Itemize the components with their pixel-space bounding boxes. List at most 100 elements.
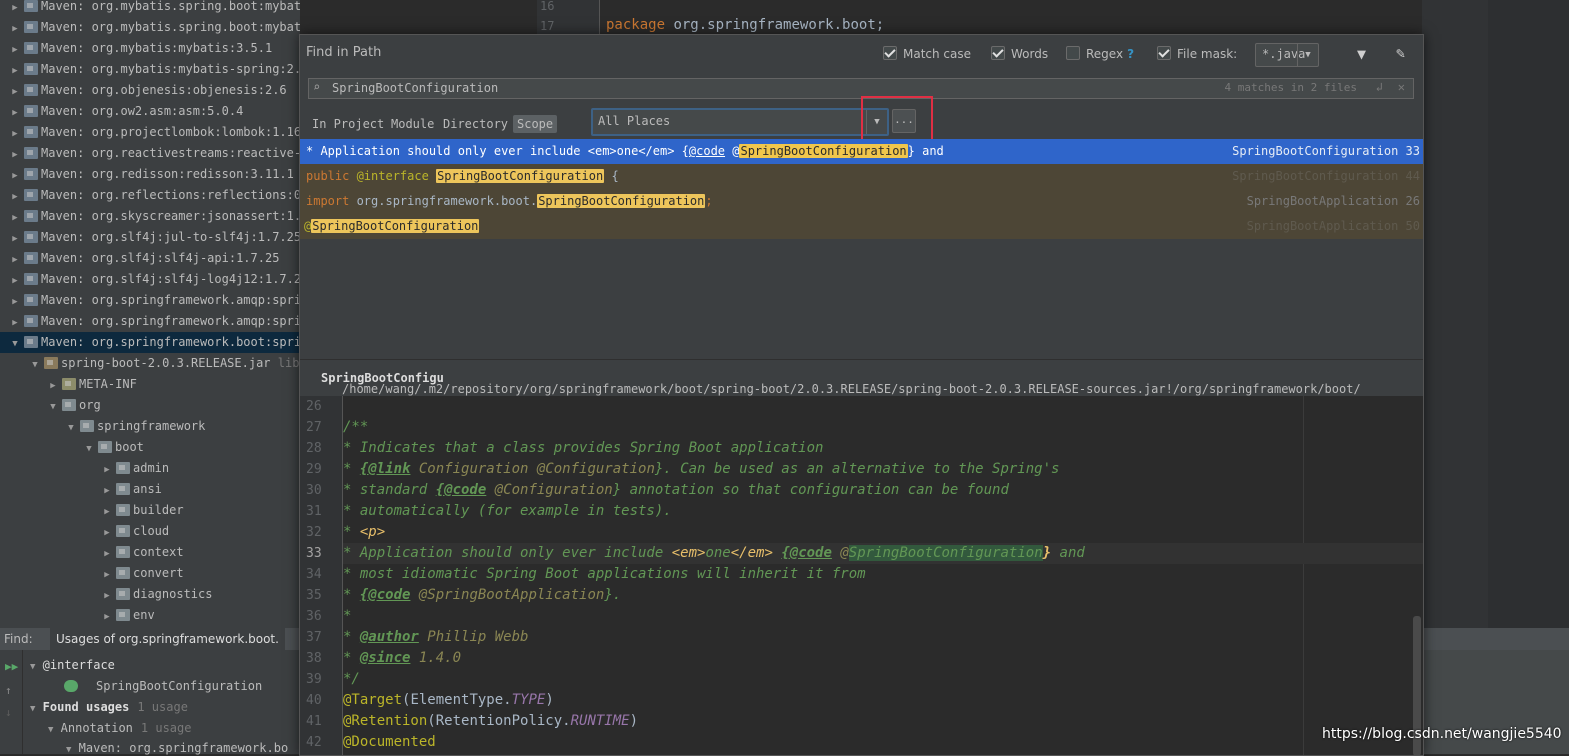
tree-row[interactable]: ▶ Maven: org.slf4j:slf4j-api:1.7.25 [10,248,279,269]
tree-row[interactable]: ▶ Maven: org.reactivestreams:reactive- [10,143,300,164]
expand-arrow-icon[interactable]: ▶ [10,292,20,313]
scope-directory-button[interactable]: Directory [439,115,512,133]
collapse-arrow-icon[interactable]: ▼ [66,418,76,439]
result-row[interactable]: import org.springframework.boot.SpringBo… [300,189,1423,214]
chevron-down-icon[interactable]: ▼ [1297,44,1318,66]
expand-arrow-icon[interactable]: ▶ [10,40,20,61]
down-arrow-icon[interactable]: ↓ [5,706,12,719]
expand-arrow-icon[interactable]: ▶ [10,19,20,40]
scope-places-select[interactable]: All Places ▼ [591,108,889,136]
tree-row-package[interactable]: ▶ convert [102,563,183,586]
regex-option[interactable]: Regex? [1066,46,1134,61]
tree-row-package[interactable]: ▶ cloud [102,521,169,542]
usage-row-annotation[interactable]: ▼ Annotation 1 usage [48,721,191,735]
match-case-checkbox[interactable] [883,46,897,60]
search-input[interactable] [332,79,1192,97]
collapse-arrow-icon[interactable]: ▼ [48,725,53,735]
expand-arrow-icon[interactable]: ▶ [102,607,112,628]
find-usages-tab[interactable]: Usages of org.springframework.boot. [50,628,285,650]
expand-arrow-icon[interactable]: ▶ [102,565,112,586]
tree-row-package[interactable]: ▶ builder [102,500,183,523]
tree-row[interactable]: ▶ Maven: org.objenesis:objenesis:2.6 [10,80,286,103]
file-mask-select[interactable]: *.java ▼ [1255,43,1319,67]
filter-icon[interactable]: ▼ [1357,45,1366,63]
tree-row-package[interactable]: ▶ ansi [102,479,162,500]
tree-row[interactable]: ▶ Maven: org.ow2.asm:asm:5.0.4 [10,101,243,122]
file-mask-checkbox[interactable] [1157,46,1171,60]
file-mask-option[interactable]: File mask: [1157,46,1237,61]
result-row-selected[interactable]: * Application should only ever include <… [300,139,1423,164]
tree-row[interactable]: ▶ Maven: org.springframework.amqp:spri [10,311,300,332]
expand-arrow-icon[interactable]: ▶ [10,166,20,187]
tree-row-package[interactable]: ▶ context [102,542,183,565]
tree-row[interactable]: ▶ Maven: org.slf4j:slf4j-log4j12:1.7.2 [10,269,300,290]
expand-arrow-icon[interactable]: ▶ [10,187,20,208]
clear-icon[interactable]: ✕ [1398,80,1405,94]
tree-row[interactable]: ▶ Maven: org.redisson:redisson:3.11.1 [10,164,294,185]
library-icon [24,315,38,327]
match-case-option[interactable]: Match case [883,46,971,61]
tree-row-jar[interactable]: ▼ spring-boot-2.0.3.RELEASE.jar lib [30,353,299,374]
result-row[interactable]: public @interface SpringBootConfiguratio… [300,164,1423,189]
tree-row[interactable]: ▶ Maven: org.skyscreamer:jsonassert:1. [10,206,300,227]
pin-icon[interactable]: ✎ [1396,44,1405,62]
tree-row-selected[interactable]: ▼ Maven: org.springframework.boot:spri [0,332,300,353]
collapse-arrow-icon[interactable]: ▼ [30,662,35,672]
scope-scope-button[interactable]: Scope [513,115,558,133]
expand-arrow-icon[interactable]: ▶ [10,103,20,124]
tree-row[interactable]: ▶Maven: org.mybatis.spring.boot:mybatis-… [10,17,300,38]
tree-row-package[interactable]: ▶ diagnostics [102,584,212,605]
expand-arrow-icon[interactable]: ▶ [10,250,20,271]
rerun-icon[interactable]: ▶▶ [5,660,18,673]
tree-row[interactable]: ▶ Maven: org.mybatis:mybatis:3.5.1 [10,38,272,59]
expand-arrow-icon[interactable]: ▶ [102,544,112,565]
expand-arrow-icon[interactable]: ▶ [10,271,20,292]
expand-arrow-icon[interactable]: ▶ [10,82,20,103]
expand-arrow-icon[interactable]: ▶ [48,376,58,397]
usage-row-found[interactable]: ▼ Found usages 1 usage [30,700,188,714]
tree-row[interactable]: ▶ Maven: org.springframework.amqp:spri [10,290,300,311]
words-option[interactable]: Words [991,46,1048,61]
usage-row-config[interactable]: SpringBootConfiguration [64,679,262,693]
tree-row-meta-inf[interactable]: ▶ META-INF [48,374,137,395]
collapse-arrow-icon[interactable]: ▼ [48,397,58,418]
regex-help-icon[interactable]: ? [1127,47,1134,61]
collapse-arrow-icon[interactable]: ▼ [10,334,20,355]
tree-row[interactable]: ▶ Maven: org.projectlombok:lombok:1.16 [10,122,300,143]
result-row[interactable]: @SpringBootConfiguration SpringBootAppli… [300,214,1423,239]
tree-row[interactable]: ▶ Maven: org.slf4j:jul-to-slf4j:1.7.25 [10,227,300,248]
expand-arrow-icon[interactable]: ▶ [10,313,20,334]
collapse-arrow-icon[interactable]: ▼ [84,439,94,460]
expand-arrow-icon[interactable]: ▶ [102,523,112,544]
expand-arrow-icon[interactable]: ▶ [10,124,20,145]
collapse-arrow-icon[interactable]: ▼ [30,355,40,376]
expand-arrow-icon[interactable]: ▶ [10,208,20,229]
expand-arrow-icon[interactable]: ▶ [102,586,112,607]
scope-module-button[interactable]: Module [387,115,438,133]
tree-row-boot[interactable]: ▼ boot [84,437,144,458]
up-arrow-icon[interactable]: ↑ [5,684,12,697]
scope-in-project-button[interactable]: In Project [308,115,388,133]
regex-checkbox[interactable] [1066,46,1080,60]
tree-row[interactable]: ▶ Maven: org.reflections:reflections:0 [10,185,300,206]
tree-row-org[interactable]: ▼ org [48,395,100,418]
expand-arrow-icon[interactable]: ▶ [102,481,112,502]
expand-arrow-icon[interactable]: ▶ [10,61,20,82]
line-number: 34 [306,567,322,582]
usage-row-interface[interactable]: ▼ @interface [30,658,115,672]
expand-arrow-icon[interactable]: ▶ [102,460,112,481]
tree-row[interactable]: ▶ Maven: org.mybatis:mybatis-spring:2. [10,59,300,80]
match-count: 4 matches in 2 files [1224,81,1357,94]
expand-arrow-icon[interactable]: ▶ [10,145,20,166]
words-checkbox[interactable] [991,46,1005,60]
expand-arrow-icon[interactable]: ▶ [10,229,20,250]
package-icon [116,609,130,621]
newline-icon[interactable]: ↲ [1376,80,1383,94]
tree-row[interactable]: ▶Maven: org.mybatis.spring.boot:mybatis-… [10,0,300,17]
collapse-arrow-icon[interactable]: ▼ [30,704,35,714]
tree-row-package[interactable]: ▶ admin [102,458,169,479]
expand-arrow-icon[interactable]: ▶ [102,502,112,523]
usage-row-maven[interactable]: ▼ Maven: org.springframework.bo [66,741,288,755]
tree-row-package[interactable]: ▶ env [102,605,154,628]
tree-row-springframework[interactable]: ▼ springframework [66,416,205,437]
